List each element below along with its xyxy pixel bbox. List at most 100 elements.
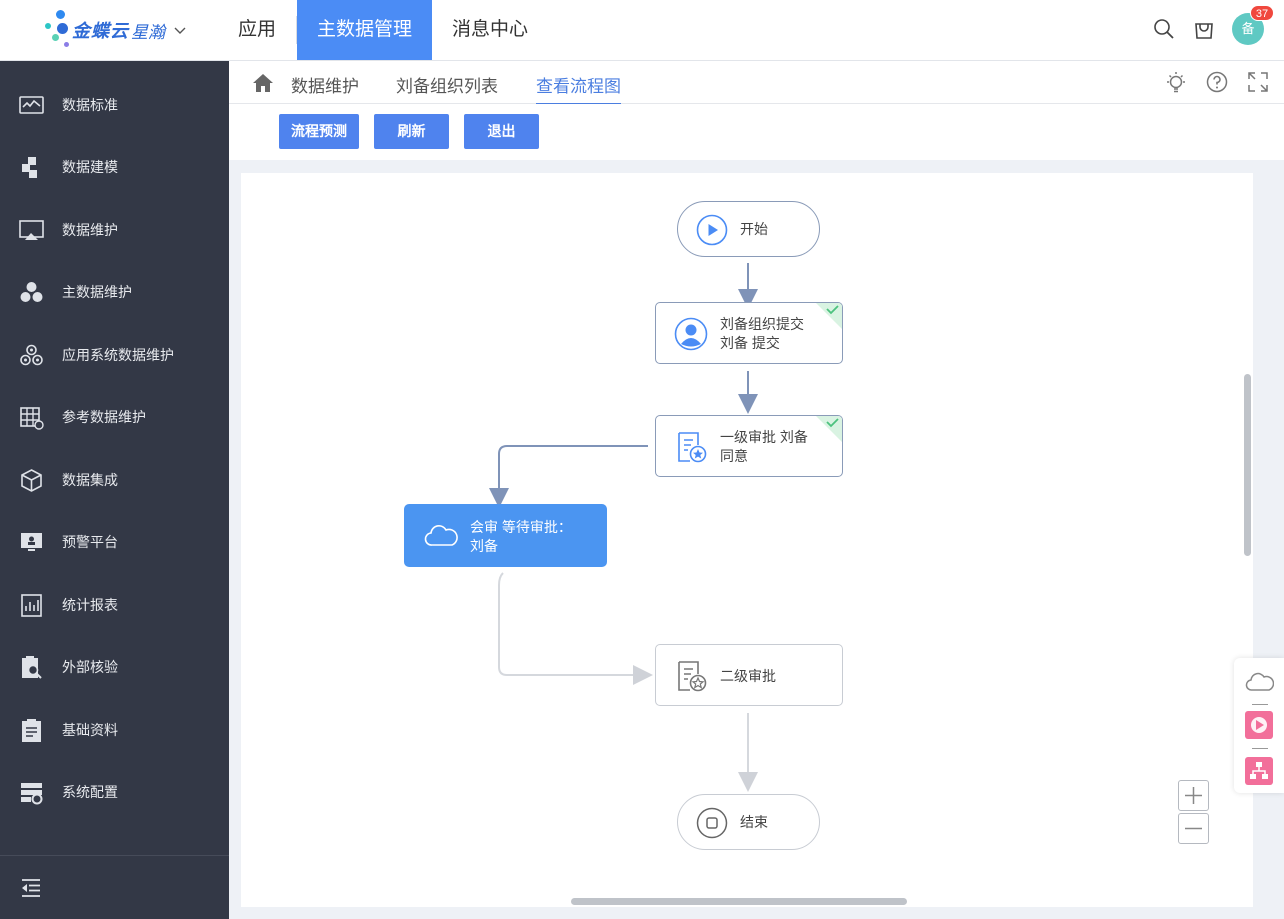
- data-integration-icon: [21, 468, 42, 492]
- sidebar-item-data-integration[interactable]: 数据集成: [0, 455, 229, 505]
- flow-node-submit[interactable]: 刘备组织提交 刘备 提交: [655, 302, 843, 364]
- reference-data-icon: [20, 406, 44, 430]
- header-actions: 备 37: [1152, 5, 1274, 45]
- horizontal-scrollbar[interactable]: [571, 898, 907, 905]
- app-system-data-icon: [20, 344, 43, 365]
- search-icon[interactable]: [1152, 17, 1176, 41]
- play-icon: [696, 214, 728, 246]
- breadcrumb-item-flowchart[interactable]: 查看流程图: [536, 72, 621, 105]
- exit-button[interactable]: 退出: [464, 114, 539, 149]
- flow-node-title: 二级审批: [720, 668, 776, 684]
- master-data-icon: [20, 281, 43, 302]
- flow-node-second-approval[interactable]: 二级审批: [655, 644, 843, 706]
- sidebar: 数据标准 数据建模 数据维护 主数据维护 应用系统数据维护 参考数据维护 数据集…: [0, 61, 229, 919]
- basic-data-icon: [22, 718, 41, 742]
- approval-document-icon: [678, 661, 707, 692]
- data-modeling-icon: [22, 156, 37, 178]
- sidebar-item-statistics-report[interactable]: 统计报表: [0, 580, 229, 630]
- assistant-app-icon[interactable]: [1244, 710, 1274, 740]
- sidebar-item-label: 基础资料: [62, 722, 118, 738]
- lightbulb-icon[interactable]: [1164, 70, 1188, 94]
- sidebar-item-label: 参考数据维护: [62, 409, 146, 425]
- sidebar-item-label: 预警平台: [62, 534, 118, 550]
- cloud-service-icon[interactable]: [1244, 668, 1274, 698]
- sidebar-item-system-config[interactable]: 系统配置: [0, 767, 229, 817]
- flow-node-countersign[interactable]: 会审 等待审批： 刘备: [404, 504, 607, 567]
- user-avatar[interactable]: 备 37: [1232, 5, 1274, 45]
- brand-name: 金蝶云: [72, 21, 129, 41]
- floating-tool-panel: [1234, 658, 1284, 793]
- nav-item-messages[interactable]: 消息中心: [432, 0, 548, 60]
- minus-icon: [1185, 827, 1202, 830]
- sidebar-item-label: 统计报表: [62, 597, 118, 613]
- sidebar-item-data-modeling[interactable]: 数据建模: [0, 142, 229, 192]
- flow-node-status: 刘备 提交: [720, 335, 780, 351]
- top-bar: 金蝶云 星瀚 应用 主数据管理 消息中心 备 37: [0, 0, 1284, 61]
- brand-logo[interactable]: 金蝶云 星瀚: [42, 10, 212, 50]
- sidebar-item-data-standard[interactable]: 数据标准: [0, 80, 229, 130]
- collapse-menu-icon[interactable]: [19, 876, 43, 900]
- stop-icon: [696, 807, 728, 839]
- sidebar-item-label: 数据标准: [62, 97, 118, 113]
- flow-node-title: 一级审批 刘备: [720, 429, 808, 445]
- sidebar-item-label: 数据维护: [62, 222, 118, 238]
- zoom-out-button[interactable]: [1178, 813, 1209, 844]
- help-icon[interactable]: [1205, 70, 1229, 94]
- notification-badge: 37: [1250, 5, 1274, 21]
- flow-node-start[interactable]: 开始: [677, 201, 820, 257]
- avatar-text: 备: [1241, 21, 1255, 36]
- flow-node-title: 会审 等待审批：: [470, 519, 572, 535]
- user-icon: [674, 317, 708, 351]
- nav-item-master-data[interactable]: 主数据管理: [297, 0, 433, 60]
- completed-check-icon: [816, 303, 842, 329]
- completed-check-icon: [816, 416, 842, 442]
- breadcrumb: 数据维护 刘备组织列表 查看流程图: [229, 61, 1284, 105]
- main-nav: 应用 主数据管理 消息中心: [218, 0, 548, 60]
- connector-countersign-to-second: [498, 572, 653, 685]
- action-toolbar: 流程预测 刷新 退出: [229, 104, 1284, 160]
- flow-node-assignee: 刘备: [470, 538, 498, 554]
- flow-node-label: 开始: [740, 221, 768, 237]
- flow-node-label: 结束: [740, 814, 768, 830]
- sidebar-item-reference-data[interactable]: 参考数据维护: [0, 392, 229, 442]
- sidebar-item-app-system-data[interactable]: 应用系统数据维护: [0, 330, 229, 380]
- flowchart-canvas[interactable]: 开始 刘备组织提交 刘备 提交 一级审批 刘备 同意 会审 等待审批： 刘备 二…: [241, 173, 1253, 907]
- shopping-bag-icon[interactable]: [1192, 17, 1216, 41]
- sidebar-item-label: 应用系统数据维护: [62, 347, 174, 363]
- data-maintenance-icon: [19, 219, 44, 240]
- sidebar-item-basic-data[interactable]: 基础资料: [0, 705, 229, 755]
- data-standard-icon: [19, 95, 44, 114]
- sidebar-footer: [0, 855, 229, 919]
- flow-node-status: 同意: [720, 448, 748, 464]
- external-verify-icon: [22, 655, 42, 679]
- flow-node-title: 刘备组织提交: [720, 316, 804, 332]
- fullscreen-icon[interactable]: [1246, 70, 1270, 94]
- logo-mark-icon: [42, 10, 72, 50]
- sidebar-item-label: 主数据维护: [62, 284, 132, 300]
- cloud-icon: [424, 525, 458, 546]
- org-chart-icon[interactable]: [1244, 756, 1274, 786]
- sidebar-item-label: 数据建模: [62, 159, 118, 175]
- sidebar-item-master-data[interactable]: 主数据维护: [0, 267, 229, 317]
- chevron-down-icon[interactable]: [173, 23, 187, 37]
- sidebar-item-label: 外部核验: [62, 659, 118, 675]
- flow-node-first-approval[interactable]: 一级审批 刘备 同意: [655, 415, 843, 477]
- breadcrumb-item-org-list[interactable]: 刘备组织列表: [396, 72, 498, 97]
- flow-node-end[interactable]: 结束: [677, 794, 820, 850]
- refresh-button[interactable]: 刷新: [374, 114, 449, 149]
- panel-divider: [1252, 704, 1268, 705]
- connector-approval-to-countersign: [489, 445, 648, 508]
- brand-product: 星瀚: [131, 22, 165, 42]
- alert-platform-icon: [21, 532, 42, 551]
- panel-divider: [1252, 748, 1268, 749]
- vertical-scrollbar[interactable]: [1244, 374, 1251, 556]
- sidebar-item-data-maintenance[interactable]: 数据维护: [0, 205, 229, 255]
- flow-predict-button[interactable]: 流程预测: [279, 114, 359, 149]
- sidebar-item-alert-platform[interactable]: 预警平台: [0, 517, 229, 567]
- nav-item-apps[interactable]: 应用: [218, 0, 296, 60]
- sidebar-item-label: 系统配置: [62, 784, 118, 800]
- home-icon[interactable]: [251, 71, 275, 95]
- sidebar-item-external-verify[interactable]: 外部核验: [0, 642, 229, 692]
- zoom-in-button[interactable]: [1178, 780, 1209, 811]
- breadcrumb-item-data-maintenance[interactable]: 数据维护: [291, 72, 359, 97]
